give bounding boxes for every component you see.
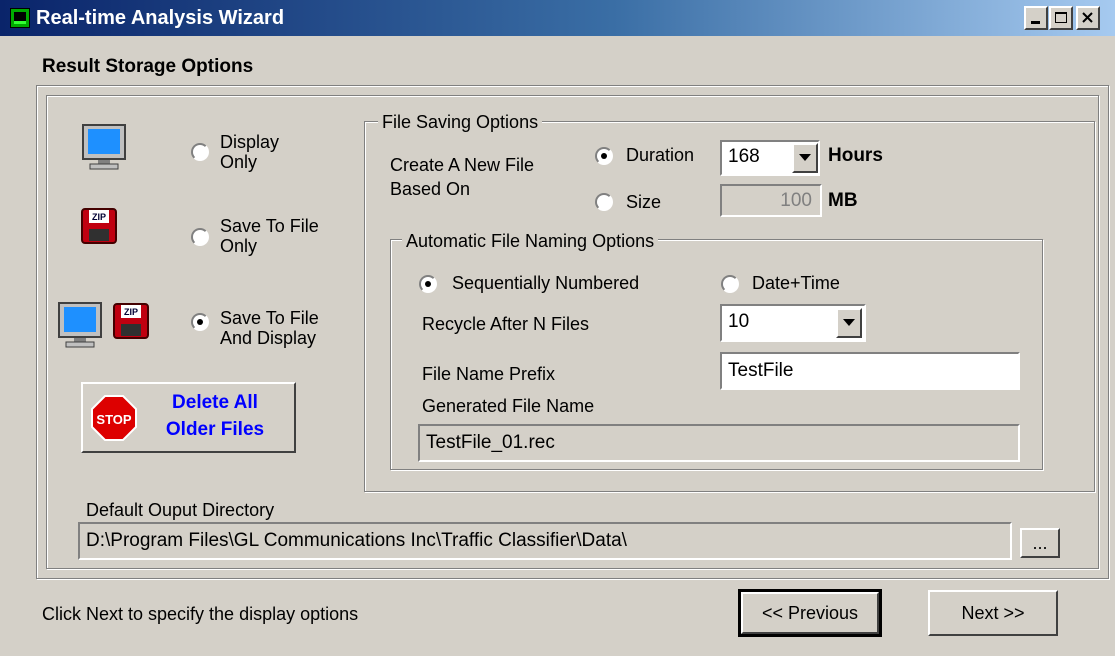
footer-hint: Click Next to specify the display option…	[42, 604, 359, 624]
recycle-dropdown-button[interactable]	[836, 308, 862, 338]
window-title: Real-time Analysis Wizard	[36, 7, 285, 29]
generated-name-field: TestFile_01.rec	[418, 424, 1020, 462]
datetime-radio[interactable]	[721, 275, 739, 293]
zip-floppy-icon: ZIP	[81, 208, 117, 244]
duration-radio[interactable]	[595, 147, 613, 165]
delete-button-label: Delete All Older Files	[165, 392, 265, 440]
size-input[interactable]: 100	[720, 184, 822, 217]
svg-text:ZIP: ZIP	[92, 212, 106, 222]
maximize-icon	[1055, 12, 1067, 23]
duration-unit: Hours	[828, 145, 883, 166]
close-button[interactable]	[1076, 6, 1100, 30]
save-and-display-label[interactable]: Save To File And Display	[220, 308, 319, 348]
create-new-file-label: Create A New File Based On	[390, 155, 535, 199]
previous-button-label: << Previous	[741, 592, 879, 634]
prefix-input[interactable]: TestFile	[720, 352, 1020, 390]
file-saving-legend: File Saving Options	[378, 112, 543, 132]
duration-dropdown-button[interactable]	[792, 143, 818, 173]
monitor-icon	[82, 124, 126, 170]
minimize-button[interactable]	[1024, 6, 1048, 30]
svg-text:ZIP: ZIP	[124, 307, 138, 317]
prefix-label: File Name Prefix	[422, 364, 556, 384]
recycle-label: Recycle After N Files	[422, 314, 590, 334]
recycle-select[interactable]: 10	[720, 304, 866, 342]
browse-button[interactable]: ...	[1020, 528, 1060, 558]
duration-value: 168	[722, 144, 794, 172]
generated-label: Generated File Name	[422, 396, 595, 416]
datetime-label[interactable]: Date+Time	[752, 273, 840, 294]
sequential-label[interactable]: Sequentially Numbered	[452, 273, 639, 294]
duration-select[interactable]: 168	[720, 140, 820, 176]
monitor-icon-2	[58, 302, 102, 348]
next-button[interactable]: Next >>	[928, 590, 1058, 636]
stop-sign-icon: STOP	[91, 395, 137, 441]
output-dir-label: Default Ouput Directory	[86, 500, 275, 520]
close-icon	[1082, 12, 1093, 23]
recycle-value: 10	[722, 309, 838, 337]
title-bar[interactable]: Real-time Analysis Wizard	[0, 0, 1115, 36]
size-radio[interactable]	[595, 193, 613, 211]
save-and-display-radio[interactable]	[191, 313, 209, 331]
output-dir-field[interactable]: D:\Program Files\GL Communications Inc\T…	[78, 522, 1012, 560]
maximize-button[interactable]	[1049, 6, 1073, 30]
size-unit: MB	[828, 190, 858, 211]
naming-legend: Automatic File Naming Options	[402, 231, 659, 251]
save-to-file-only-label[interactable]: Save To File Only	[220, 216, 319, 256]
previous-button[interactable]: << Previous	[738, 589, 882, 637]
delete-older-files-button[interactable]: STOP Delete All Older Files	[81, 382, 296, 453]
app-icon	[10, 8, 30, 28]
page-heading: Result Storage Options	[42, 56, 254, 77]
sequential-radio[interactable]	[419, 275, 437, 293]
zip-floppy-icon-2: ZIP	[113, 303, 149, 339]
svg-text:STOP: STOP	[96, 412, 131, 427]
duration-label[interactable]: Duration	[626, 145, 694, 166]
size-label[interactable]: Size	[626, 192, 661, 213]
minimize-icon	[1031, 21, 1040, 24]
display-only-label[interactable]: Display Only	[220, 132, 279, 172]
display-only-radio[interactable]	[191, 143, 209, 161]
save-to-file-only-radio[interactable]	[191, 228, 209, 246]
